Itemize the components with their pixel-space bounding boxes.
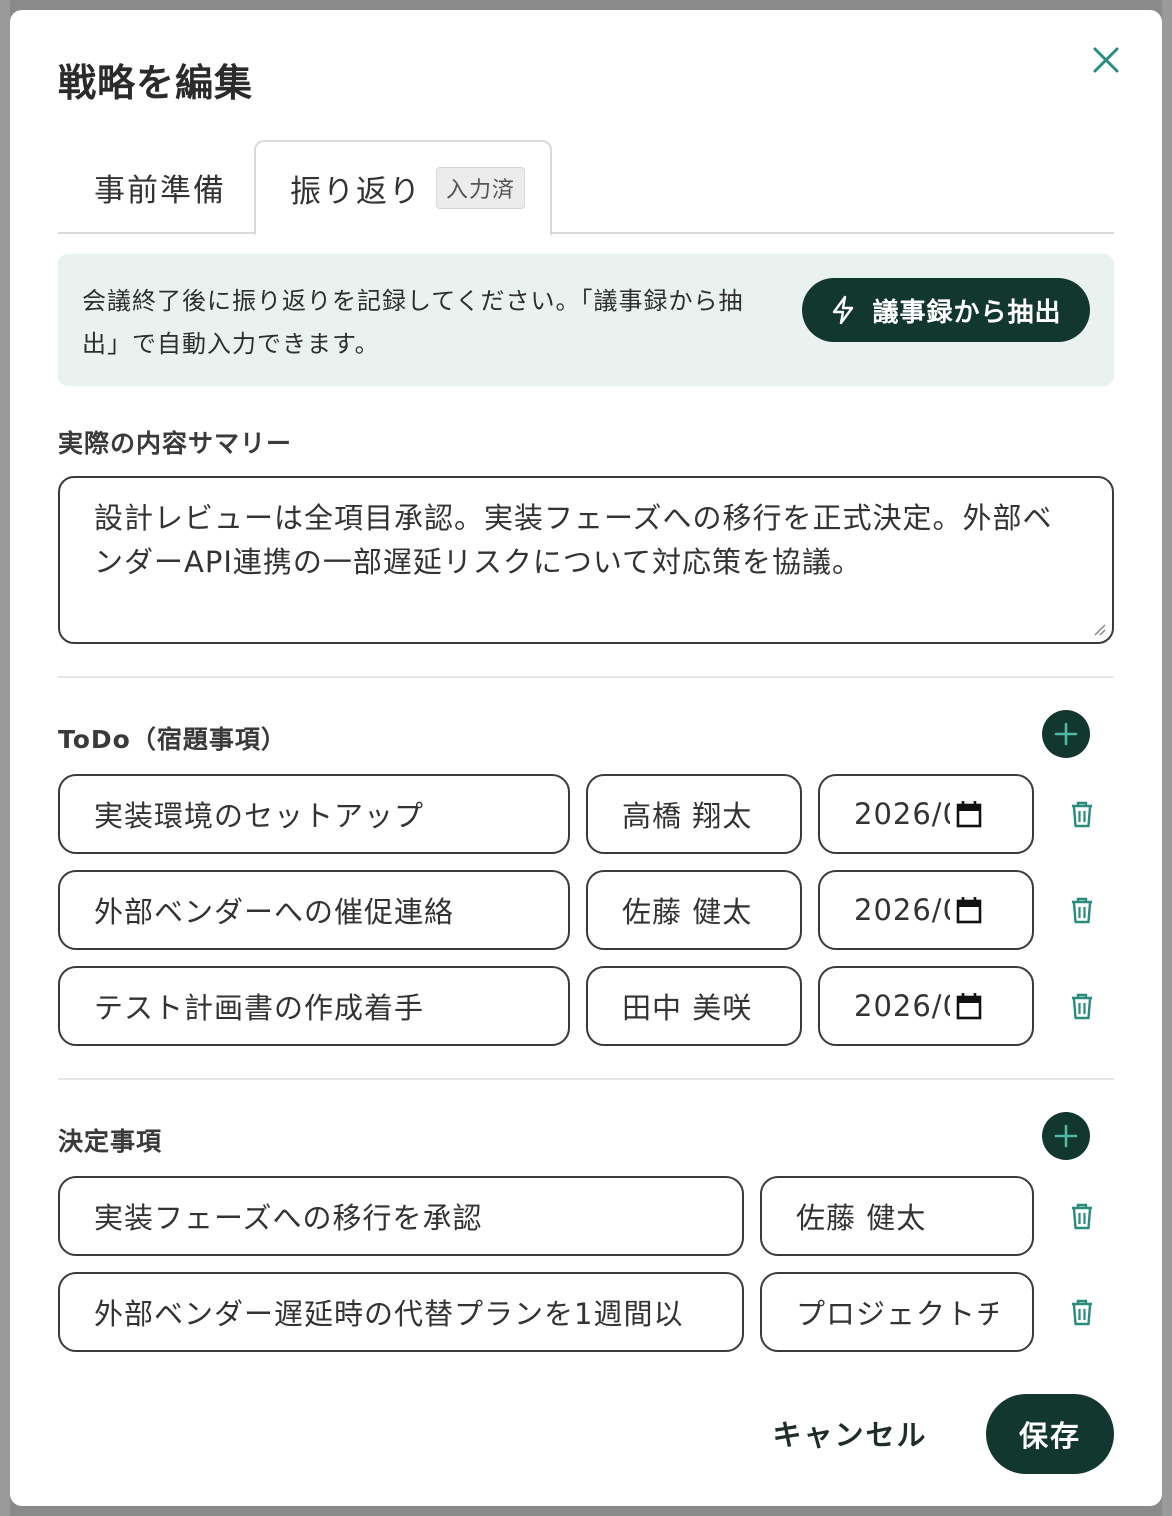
todo-date-value: 2026/0 <box>854 893 950 927</box>
extract-from-minutes-button[interactable]: 議事録から抽出 <box>802 278 1090 342</box>
todo-assignee-input[interactable]: 田中 美咲 <box>586 966 802 1046</box>
todo-label: ToDo（宿題事項） <box>58 725 287 754</box>
close-icon <box>1093 47 1119 73</box>
tab-label: 振り返り <box>290 173 422 210</box>
decision-text-input[interactable]: 外部ベンダー遅延時の代替プランを1週間以 <box>58 1272 744 1352</box>
summary-textarea[interactable]: 設計レビューは全項目承認。実装フェーズへの移行を正式決定。外部ベンダーAPI連携… <box>58 476 1114 644</box>
backdrop-left <box>0 0 10 1516</box>
delete-decision-button[interactable] <box>1062 1196 1102 1236</box>
todo-assignee-value: 田中 美咲 <box>622 991 753 1025</box>
edit-strategy-modal: 戦略を編集 事前準備 振り返り 入力済 会議終了後に振り返りを記録してください。… <box>10 10 1162 1506</box>
delete-todo-button[interactable] <box>1062 890 1102 930</box>
info-text: 会議終了後に振り返りを記録してください。「議事録から抽出」で自動入力できます。 <box>82 287 744 358</box>
summary-label: 実際の内容サマリー <box>58 429 293 458</box>
lightning-icon <box>833 295 854 325</box>
trash-icon <box>1072 897 1092 924</box>
tab-label: 事前準備 <box>94 172 226 209</box>
add-decision-button[interactable] <box>1042 1112 1090 1160</box>
decisions-label: 決定事項 <box>58 1127 163 1156</box>
todo-task-value: 実装環境のセットアップ <box>94 799 425 833</box>
todo-date-value: 2026/0 <box>854 797 950 831</box>
plus-icon <box>1054 722 1078 746</box>
todo-assignee-input[interactable]: 佐藤 健太 <box>586 870 802 950</box>
decision-text-value: 実装フェーズへの移行を承認 <box>94 1201 483 1235</box>
backdrop-right <box>1162 0 1172 1516</box>
todo-assignee-value: 佐藤 健太 <box>622 895 753 929</box>
trash-icon <box>1072 1299 1092 1326</box>
decision-text-value: 外部ベンダー遅延時の代替プランを1週間以 <box>94 1297 684 1331</box>
summary-value: 設計レビューは全項目承認。実装フェーズへの移行を正式決定。外部ベンダーAPI連携… <box>94 501 1053 579</box>
delete-todo-button[interactable] <box>1062 986 1102 1026</box>
extract-label: 議事録から抽出 <box>872 297 1062 328</box>
save-button[interactable]: 保存 <box>986 1394 1114 1474</box>
decision-text-input[interactable]: 実装フェーズへの移行を承認 <box>58 1176 744 1256</box>
trash-icon <box>1072 1203 1092 1230</box>
todo-assignee-value: 高橋 翔太 <box>622 799 753 833</box>
decision-owner-value: 佐藤 健太 <box>796 1201 927 1235</box>
add-todo-button[interactable] <box>1042 710 1090 758</box>
calendar-icon[interactable] <box>956 800 982 828</box>
todo-task-input[interactable]: 外部ベンダーへの催促連絡 <box>58 870 570 950</box>
trash-icon <box>1072 993 1092 1020</box>
tab-bar: 事前準備 振り返り 入力済 <box>58 140 1114 236</box>
tab-review[interactable]: 振り返り 入力済 <box>254 140 552 236</box>
trash-icon <box>1072 801 1092 828</box>
decision-owner-value: プロジェクトチ <box>796 1297 998 1331</box>
todo-task-input[interactable]: 実装環境のセットアップ <box>58 774 570 854</box>
status-badge: 入力済 <box>436 167 526 209</box>
decision-owner-input[interactable]: 佐藤 健太 <box>760 1176 1034 1256</box>
decision-owner-input[interactable]: プロジェクトチ <box>760 1272 1034 1352</box>
delete-todo-button[interactable] <box>1062 794 1102 834</box>
todo-date-value: 2026/0 <box>854 989 950 1023</box>
tab-preparation[interactable]: 事前準備 <box>94 140 226 234</box>
delete-decision-button[interactable] <box>1062 1292 1102 1332</box>
info-box: 会議終了後に振り返りを記録してください。「議事録から抽出」で自動入力できます。 … <box>58 254 1114 386</box>
plus-icon <box>1054 1124 1078 1148</box>
todo-task-value: 外部ベンダーへの催促連絡 <box>94 895 455 929</box>
calendar-icon[interactable] <box>956 896 982 924</box>
divider <box>58 676 1114 678</box>
todo-date-input[interactable]: 2026/0 <box>818 966 1034 1046</box>
resize-grip-icon[interactable] <box>1092 622 1106 636</box>
divider <box>58 1078 1114 1080</box>
todo-assignee-input[interactable]: 高橋 翔太 <box>586 774 802 854</box>
cancel-button[interactable]: キャンセル <box>758 1398 942 1468</box>
close-button[interactable] <box>1086 40 1126 80</box>
calendar-icon[interactable] <box>956 992 982 1020</box>
modal-title: 戦略を編集 <box>58 61 254 105</box>
todo-date-input[interactable]: 2026/0 <box>818 870 1034 950</box>
todo-date-input[interactable]: 2026/0 <box>818 774 1034 854</box>
todo-task-value: テスト計画書の作成着手 <box>94 991 425 1025</box>
todo-task-input[interactable]: テスト計画書の作成着手 <box>58 966 570 1046</box>
